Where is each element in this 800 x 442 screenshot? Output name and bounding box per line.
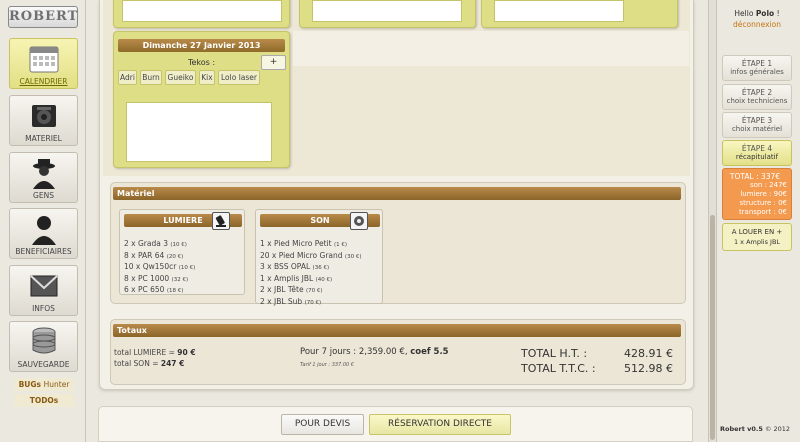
teko-chip[interactable]: Gueiko: [165, 70, 196, 85]
materiel-title: Matériel: [113, 187, 681, 200]
username: Polo: [755, 9, 775, 18]
total-ht: TOTAL H.T. :428.91 €: [521, 347, 673, 360]
reservation-directe-button[interactable]: RÉSERVATION DIRECTE: [369, 414, 511, 435]
grand-totals: TOTAL H.T. :428.91 € TOTAL T.T.C. :512.9…: [521, 346, 673, 376]
step-4-current[interactable]: ÉTAPE 4 récapitulatif: [722, 140, 792, 166]
nav-label: INFOS: [32, 304, 55, 313]
day-title: Dimanche 27 Janvier 2013: [118, 39, 285, 52]
day-notes-area[interactable]: [122, 0, 282, 22]
bugs-hunter-link[interactable]: BUGs Hunter: [14, 378, 74, 391]
list-item: 3 x BSS OPAL (36 €): [260, 262, 330, 271]
steps-sidebar: Hello Polo ! déconnexion ÉTAPE 1 infos g…: [716, 0, 800, 442]
list-item: 1 x Amplis JBL (40 €): [260, 273, 333, 283]
main-area: Dimanche 27 Janvier 2013 Tekos : Adri Bu…: [86, 0, 708, 442]
day-notes-area[interactable]: [126, 102, 272, 162]
nav-materiel[interactable]: MATERIEL: [9, 95, 78, 146]
teko-chip[interactable]: Adri: [118, 70, 137, 85]
list-item: 10 x Qw150cr (10 €): [124, 262, 196, 271]
teko-chip[interactable]: Lolo laser: [218, 70, 260, 85]
add-teko-button[interactable]: +: [261, 55, 286, 70]
calendar-row-band: [293, 31, 689, 66]
nav-label: SAUVEGARDE: [17, 360, 70, 369]
dev-links: BUGs Hunter TODOs: [14, 378, 74, 410]
list-item: 20 x Pied Micro Grand (30 €): [260, 250, 362, 260]
todos-link[interactable]: TODOs: [14, 394, 74, 407]
duration-price: Pour 7 jours : 2,359.00 €, coef 5.5: [300, 347, 449, 357]
day-box-current: Dimanche 27 Janvier 2013 Tekos : Adri Bu…: [113, 31, 290, 168]
teko-chip[interactable]: Kix: [199, 70, 215, 85]
category-totals: total LUMIERE = 90 € total SON = 247 €: [114, 347, 196, 369]
list-item: 6 x PC 650 (18 €): [124, 285, 184, 294]
person-icon: [27, 212, 61, 246]
calendar-icon: [27, 42, 61, 76]
totaux-title: Totaux: [113, 324, 681, 337]
list-item: 8 x PAR 64 (20 €): [124, 250, 184, 260]
nav-infos[interactable]: INFOS: [9, 265, 78, 316]
daily-rate: Tarif 1 jour : 337.00 €: [300, 362, 354, 368]
day-box-previous: [113, 0, 290, 28]
son-list: 1 x Pied Micro Petit (1 €) 20 x Pied Mic…: [260, 239, 361, 308]
teko-chip[interactable]: Burn: [140, 70, 162, 85]
nav-gens[interactable]: GENS: [9, 152, 78, 203]
app-logo: ROBERT: [8, 6, 78, 28]
materiel-section: Matériel LUMIERE 2 x Grada 3 (10 €) 8 x …: [110, 182, 686, 306]
list-item: 2 x Grada 3 (10 €): [124, 239, 187, 248]
user-greeting: Hello Polo ! déconnexion: [722, 8, 792, 30]
nav-label: BENEFICIAIRES: [15, 247, 72, 256]
nav-sauvegarde[interactable]: SAUVEGARDE: [9, 321, 78, 372]
mail-icon: [27, 269, 61, 303]
step-3[interactable]: ÉTAPE 3 choix matériel: [722, 112, 792, 138]
pour-devis-button[interactable]: POUR DEVIS: [281, 414, 364, 435]
main-sidebar: ROBERT CALENDRIER MATERIEL GENS BENEFICI…: [0, 0, 86, 442]
day-notes-area[interactable]: [494, 0, 624, 22]
nav-label: GENS: [33, 191, 54, 200]
step-2[interactable]: ÉTAPE 2 choix techniciens: [722, 84, 792, 110]
logout-link[interactable]: déconnexion: [722, 19, 792, 30]
list-item: 8 x PC 1000 (32 €): [124, 273, 189, 283]
speaker-icon: [350, 212, 368, 230]
total-ttc: TOTAL T.T.C. :512.98 €: [521, 362, 673, 375]
total-son: total SON = 247 €: [114, 359, 185, 368]
calendar-area: Dimanche 27 Janvier 2013 Tekos : Adri Bu…: [103, 0, 690, 176]
step-1[interactable]: ÉTAPE 1 infos générales: [722, 55, 792, 81]
nav-label: MATERIEL: [25, 134, 62, 143]
scrollbar-thumb[interactable]: [710, 215, 715, 440]
lumiere-list: 2 x Grada 3 (10 €) 8 x PAR 64 (20 €) 10 …: [124, 239, 195, 297]
day-box-previous: [299, 0, 476, 28]
list-item: 2 x JBL Sub (70 €): [260, 296, 322, 306]
day-notes-area[interactable]: [312, 0, 462, 22]
totaux-section: Totaux total LUMIERE = 90 € total SON = …: [110, 319, 686, 385]
summary-box: TOTAL : 337€ son : 247€ lumiere : 90€ st…: [722, 168, 792, 220]
main-scrollbar[interactable]: [708, 0, 716, 442]
version-footer: Robert v0.5 © 2012: [720, 425, 791, 433]
total-lumiere: total LUMIERE = 90 €: [114, 348, 196, 357]
database-icon: [27, 325, 61, 359]
nav-beneficiaires[interactable]: BENEFICIAIRES: [9, 208, 78, 259]
nav-label: CALENDRIER: [19, 77, 68, 86]
speaker-icon: [27, 99, 61, 133]
a-louer-box: A LOUER EN + 1 x Amplis JBL: [722, 223, 792, 251]
spotlight-icon: [212, 212, 230, 230]
action-bar: POUR DEVIS RÉSERVATION DIRECTE: [98, 406, 693, 442]
list-item: 1 x Pied Micro Petit (1 €): [260, 239, 348, 248]
son-box: SON 1 x Pied Micro Petit (1 €) 20 x Pied…: [255, 209, 383, 306]
day-box-previous: [481, 0, 678, 28]
list-item: 2 x JBL Tête (70 €): [260, 285, 323, 294]
person-hat-icon: [27, 156, 61, 190]
content-panel: Dimanche 27 Janvier 2013 Tekos : Adri Bu…: [99, 0, 694, 390]
lumiere-box: LUMIERE 2 x Grada 3 (10 €) 8 x PAR 64 (2…: [119, 209, 245, 295]
nav-calendrier[interactable]: CALENDRIER: [9, 38, 78, 89]
